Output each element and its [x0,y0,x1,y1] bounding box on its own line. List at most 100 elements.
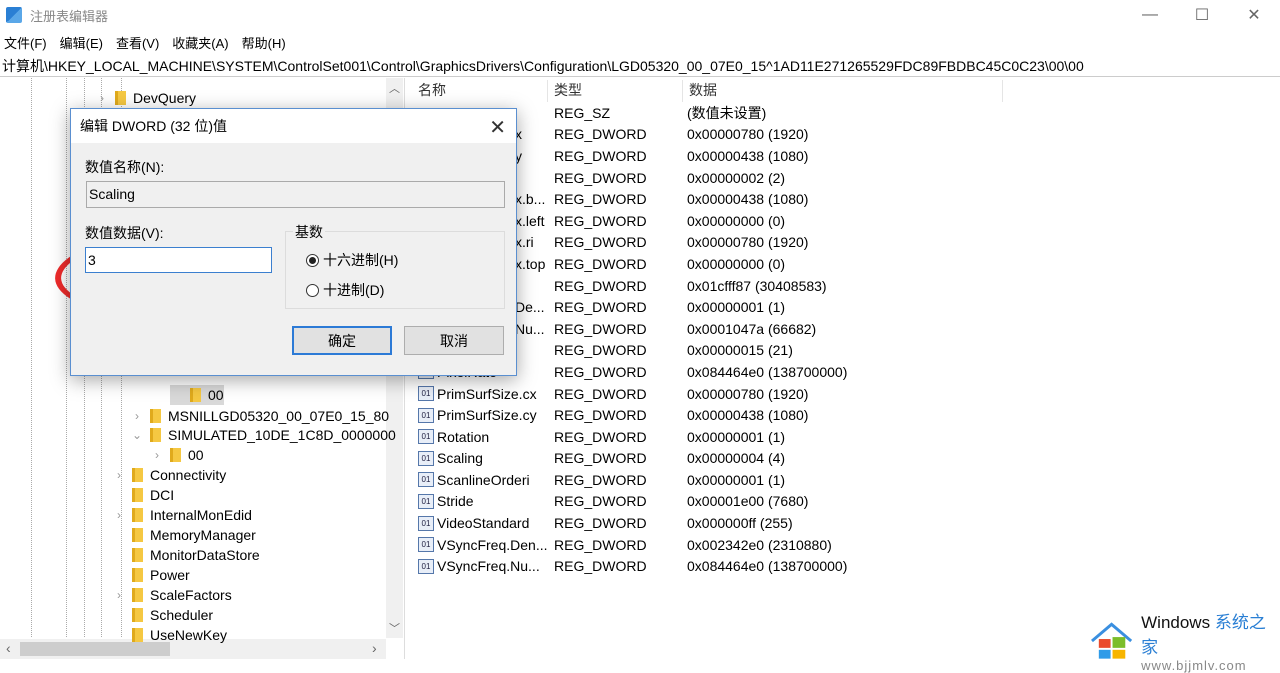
value-type: REG_DWORD [554,277,647,294]
tree-item[interactable]: › DevQuery [95,88,196,108]
value-name-field[interactable]: Scaling [86,181,505,208]
radio-selected-icon [306,253,319,267]
value-type: REG_DWORD [554,191,647,208]
list-row[interactable]: REG_DWORD 0x00000015 (21) [412,340,1280,362]
value-name: PrimSurfSize.cy [437,407,537,424]
value-name: x.b... [515,191,546,208]
menu-help[interactable]: 帮助(H) [242,33,286,52]
close-button[interactable]: ✕ [1228,0,1280,30]
tree-item[interactable]: › ScaleFactors [112,585,232,605]
list-row[interactable]: 01 ScanlineOrderi REG_DWORD 0x00000001 (1) [412,469,1280,491]
expand-chevron-icon[interactable]: › [112,508,126,522]
tree-item[interactable]: Scheduler [112,605,213,625]
tree-item[interactable]: Power [112,565,190,585]
list-row[interactable]: x.left REG_DWORD 0x00000000 (0) [412,210,1280,232]
list-row[interactable]: x.top REG_DWORD 0x00000000 (0) [412,253,1280,275]
tree-item-label: DCI [150,487,175,503]
list-row[interactable]: 01 Stride REG_DWORD 0x00001e00 (7680) [412,491,1280,513]
folder-icon [132,628,143,642]
list-row[interactable]: 01 VSyncFreq.Nu... REG_DWORD 0x084464e0 (13… [412,555,1280,577]
radio-hex[interactable]: 十六进制(H) [306,250,398,270]
folder-icon [132,508,143,522]
tree-item[interactable]: › Connectivity [112,465,226,485]
value-data: 0x00000001 (1) [687,428,786,445]
tree-item[interactable]: › 00 [150,445,204,465]
expand-chevron-icon[interactable]: › [112,468,126,482]
tree-item[interactable]: UseNewKey [112,625,227,645]
value-name: Nu... [515,320,545,337]
list-row[interactable]: REG_SZ (数值未设置) [412,102,1280,124]
column-type[interactable]: 类型 [548,80,683,102]
menu-favorites[interactable]: 收藏夹(A) [172,33,228,52]
list-row[interactable]: x REG_DWORD 0x00000780 (1920) [412,124,1280,146]
expand-chevron-icon[interactable]: ⌄ [130,428,144,442]
value-data: 0x00000000 (0) [687,212,786,229]
value-name: VSyncFreq.Nu... [437,558,540,575]
value-type: REG_DWORD [554,536,647,553]
tree-item[interactable]: › MSNILLGD05320_00_07E0_15_80 [130,406,389,426]
list-row[interactable]: Nu... REG_DWORD 0x0001047a (66682) [412,318,1280,340]
list-row[interactable]: 01 PrimSurfSize.cx REG_DWORD 0x00000780 (19… [412,383,1280,405]
tree-item[interactable]: ⌄ SIMULATED_10DE_1C8D_0000000 [130,425,396,445]
value-name: VSyncFreq.Den... [437,536,548,553]
tree-item[interactable]: 00 [170,385,224,405]
tree-item[interactable]: MemoryManager [112,525,256,545]
expand-chevron-icon[interactable]: › [150,448,164,462]
dialog-close-icon[interactable]: ✕ [489,115,506,140]
list-row[interactable]: y REG_DWORD 0x00000438 (1080) [412,145,1280,167]
value-data: 0x00000438 (1080) [687,147,809,164]
menu-view[interactable]: 查看(V) [116,33,159,52]
binary-value-icon: 01 [418,493,434,509]
ok-button[interactable]: 确定 [292,326,392,355]
expand-chevron-icon[interactable]: › [130,409,144,423]
scroll-up-icon[interactable]: ︿ [386,80,403,96]
minimize-button[interactable]: — [1124,0,1176,30]
folder-icon [132,608,143,622]
list-row[interactable]: 01 PrimSurfSize.cy REG_DWORD 0x00000438 (10… [412,404,1280,426]
expand-chevron-icon[interactable]: › [112,588,126,602]
list-row[interactable]: REG_DWORD 0x01cfff87 (30408583) [412,275,1280,297]
list-row[interactable]: 01 VSyncFreq.Den... REG_DWORD 0x002342e0 (2… [412,534,1280,556]
tree-item-label: 00 [188,447,204,463]
value-type: REG_DWORD [554,558,647,575]
scroll-right-icon[interactable]: › [372,640,377,656]
list-row[interactable]: REG_DWORD 0x00000002 (2) [412,167,1280,189]
list-row[interactable]: 01PixelRateREG_DWORD0x084464e0 (13870000… [412,361,1280,383]
tree-item[interactable]: › InternalMonEdid [112,505,252,525]
value-type: REG_DWORD [554,169,647,186]
cancel-button[interactable]: 取消 [404,326,504,355]
scroll-left-icon[interactable]: ‹ [6,640,11,656]
value-data: 0x0001047a (66682) [687,320,817,337]
tree-item[interactable]: DCI [112,485,174,505]
list-row[interactable]: De... REG_DWORD 0x00000001 (1) [412,296,1280,318]
column-data[interactable]: 数据 [683,80,1003,102]
value-name: x.ri [515,234,534,251]
binary-value-icon: 01 [418,429,434,445]
value-type: REG_DWORD [554,234,647,251]
value-type: REG_DWORD [554,407,647,424]
value-data: 0x00000000 (0) [687,255,786,272]
radio-dec[interactable]: 十进制(D) [306,280,384,300]
column-name[interactable]: 名称 [412,80,548,102]
value-data: 0x00001e00 (7680) [687,493,809,510]
value-data: 0x002342e0 (2310880) [687,536,832,553]
address-bar[interactable]: 计算机\HKEY_LOCAL_MACHINE\SYSTEM\ControlSet… [0,56,1280,77]
scroll-down-icon[interactable]: ﹀ [386,620,403,636]
list-row[interactable]: x.b... REG_DWORD 0x00000438 (1080) [412,188,1280,210]
list-row[interactable]: 01 Scaling REG_DWORD 0x00000004 (4) [412,448,1280,470]
list-row[interactable]: 01 Rotation REG_DWORD 0x00000001 (1) [412,426,1280,448]
expand-chevron-icon[interactable]: › [95,91,109,105]
tree-item[interactable]: MonitorDataStore [112,545,260,565]
menu-file[interactable]: 文件(F) [4,33,47,52]
value-name-label: 数值名称(N): [85,159,165,175]
maximize-button[interactable]: ☐ [1176,0,1228,30]
base-group-label: 基数 [293,222,325,242]
value-name: Stride [437,493,474,510]
list-row[interactable]: x.ri REG_DWORD 0x00000780 (1920) [412,232,1280,254]
value-data-input[interactable]: 3 [85,247,272,273]
menu-edit[interactable]: 编辑(E) [60,33,103,52]
list-row[interactable]: 01 VideoStandard REG_DWORD 0x000000ff (255) [412,512,1280,534]
list-header: 名称 类型 数据 [412,80,1280,102]
value-data: 0x00000001 (1) [687,471,786,488]
tree-item-label: ScaleFactors [150,587,232,603]
